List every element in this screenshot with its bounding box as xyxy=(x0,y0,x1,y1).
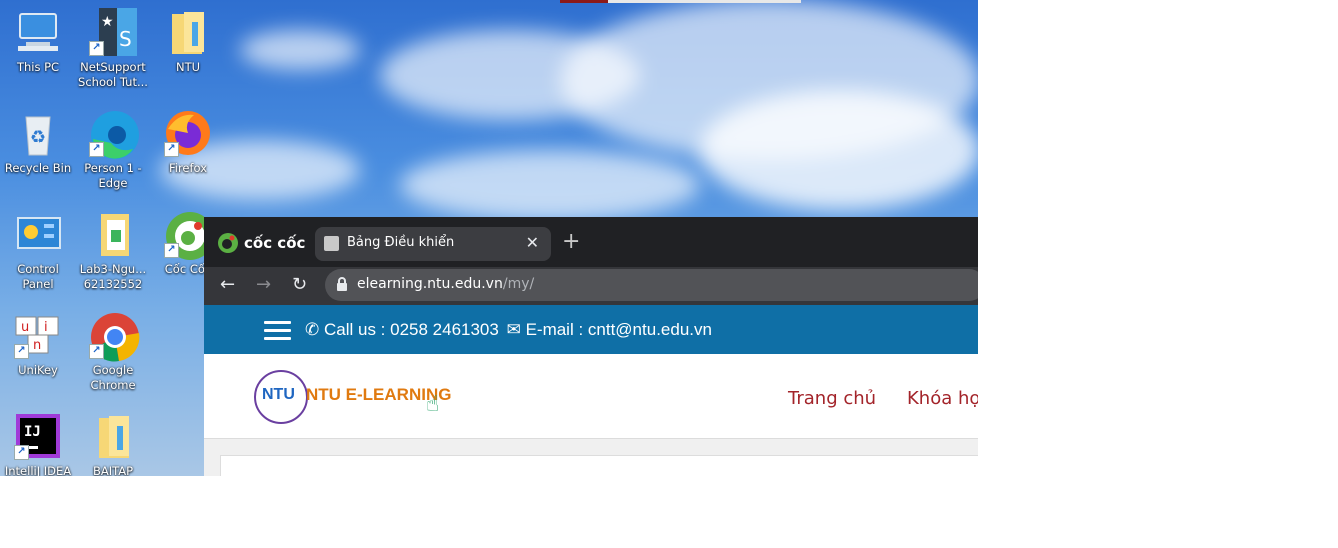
shortcut-arrow-icon: ↗ xyxy=(14,344,29,359)
web-page: ✆ Call us : 0258 2461303 ✉ E-mail : cntt… xyxy=(204,305,978,476)
shortcut-arrow-icon: ↗ xyxy=(14,445,29,460)
lock-icon[interactable] xyxy=(335,276,349,296)
document-folder-icon xyxy=(89,210,137,258)
svg-text:S: S xyxy=(119,27,132,51)
favicon-icon xyxy=(324,236,339,251)
window-edge xyxy=(560,0,801,3)
shortcut-arrow-icon: ↗ xyxy=(164,243,179,258)
this-pc-icon xyxy=(14,8,62,56)
phone-icon: ✆ xyxy=(305,320,320,339)
email-icon: ✉ xyxy=(506,320,521,339)
tab-title: Bảng Điều khiển xyxy=(347,235,455,250)
svg-text:u: u xyxy=(21,320,29,335)
netsupport-icon: S ★ ↗ xyxy=(89,8,137,56)
recycle-bin-icon: ♻ xyxy=(14,109,62,157)
email-label: E-mail : cntt@ntu.edu.vn xyxy=(525,320,712,339)
desktop-icon-firefox[interactable]: ↗ Firefox xyxy=(150,109,226,176)
site-header: NTU NTU E-LEARNING ☝ Trang chủ Khóa học xyxy=(204,354,978,439)
svg-text:i: i xyxy=(44,320,48,335)
folder-icon xyxy=(164,8,212,56)
address-bar[interactable]: elearning.ntu.edu.vn/my/ xyxy=(325,269,978,301)
svg-text:IJ: IJ xyxy=(24,424,41,440)
folder-icon xyxy=(89,412,137,460)
unikey-icon: uin ↗ xyxy=(14,311,62,359)
pointer-hand-icon: ☝ xyxy=(426,392,440,417)
shortcut-arrow-icon: ↗ xyxy=(164,142,179,157)
svg-text:♻: ♻ xyxy=(30,127,46,148)
tab-dashboard[interactable]: Bảng Điều khiển ✕ xyxy=(315,227,551,261)
tab-strip: cốc cốc Bảng Điều khiển ✕ + xyxy=(204,217,978,267)
desktop-icon-intellij[interactable]: IJ ↗ IntelliJ IDEA xyxy=(0,412,76,476)
logo-text: NTU xyxy=(262,386,295,403)
firefox-icon: ↗ xyxy=(164,109,212,157)
browser-toolbar: ← → ↻ elearning.ntu.edu.vn/my/ xyxy=(204,267,978,305)
nav-courses[interactable]: Khóa học xyxy=(907,388,978,409)
hamburger-menu-icon[interactable] xyxy=(264,321,291,340)
reload-button[interactable]: ↻ xyxy=(292,274,307,295)
desktop-icon-unikey[interactable]: uin ↗ UniKey xyxy=(0,311,76,378)
forward-button[interactable]: → xyxy=(256,274,271,295)
desktop-icon-ntu-folder[interactable]: NTU xyxy=(150,8,226,75)
edge-icon: ↗ xyxy=(89,109,139,159)
desktop-icon-control-panel[interactable]: Control Panel xyxy=(0,210,76,292)
desktop-icon-edge[interactable]: ↗ Person 1 - Edge xyxy=(75,109,151,191)
desktop-icon-lab3[interactable]: Lab3-Ngu... 62132552 xyxy=(75,210,151,292)
url-path: /my/ xyxy=(502,276,535,292)
desktop-wallpaper: This PC S ★ ↗ NetSupport School Tut... NT… xyxy=(0,0,978,476)
control-panel-icon xyxy=(14,210,62,258)
coccoc-logo-icon xyxy=(218,233,238,253)
shortcut-arrow-icon: ↗ xyxy=(89,142,104,157)
contact-info: ✆ Call us : 0258 2461303 ✉ E-mail : cntt… xyxy=(305,320,712,340)
desktop-icon-recycle-bin[interactable]: ♻ Recycle Bin xyxy=(0,109,76,176)
desktop-icon-netsupport[interactable]: S ★ ↗ NetSupport School Tut... xyxy=(75,8,151,90)
content-card xyxy=(220,455,978,476)
browser-window: cốc cốc Bảng Điều khiển ✕ + ← → ↻ elearn… xyxy=(204,217,978,476)
coccoc-brand[interactable]: cốc cốc xyxy=(217,232,305,254)
nav-home[interactable]: Trang chủ xyxy=(788,388,876,409)
ntu-logo[interactable]: NTU xyxy=(254,370,308,424)
desktop-icon-chrome[interactable]: ↗ Google Chrome xyxy=(75,311,151,393)
svg-text:n: n xyxy=(33,338,41,353)
url-text: elearning.ntu.edu.vn/my/ xyxy=(357,276,534,292)
svg-text:★: ★ xyxy=(101,14,114,30)
desktop-icon-baitap[interactable]: BAITAP xyxy=(75,412,151,476)
contact-bar: ✆ Call us : 0258 2461303 ✉ E-mail : cntt… xyxy=(204,305,978,354)
back-button[interactable]: ← xyxy=(220,274,235,295)
desktop-icon-this-pc[interactable]: This PC xyxy=(0,8,76,75)
new-tab-button[interactable]: + xyxy=(562,229,580,254)
url-host: elearning.ntu.edu.vn xyxy=(357,276,503,292)
shortcut-arrow-icon: ↗ xyxy=(89,344,104,359)
call-label: Call us : 0258 2461303 xyxy=(323,320,499,339)
close-tab-icon[interactable]: ✕ xyxy=(526,233,539,252)
intellij-icon: IJ ↗ xyxy=(14,412,62,460)
shortcut-arrow-icon: ↗ xyxy=(89,41,104,56)
chrome-icon: ↗ xyxy=(89,311,140,362)
brand-label: cốc cốc xyxy=(244,234,306,252)
